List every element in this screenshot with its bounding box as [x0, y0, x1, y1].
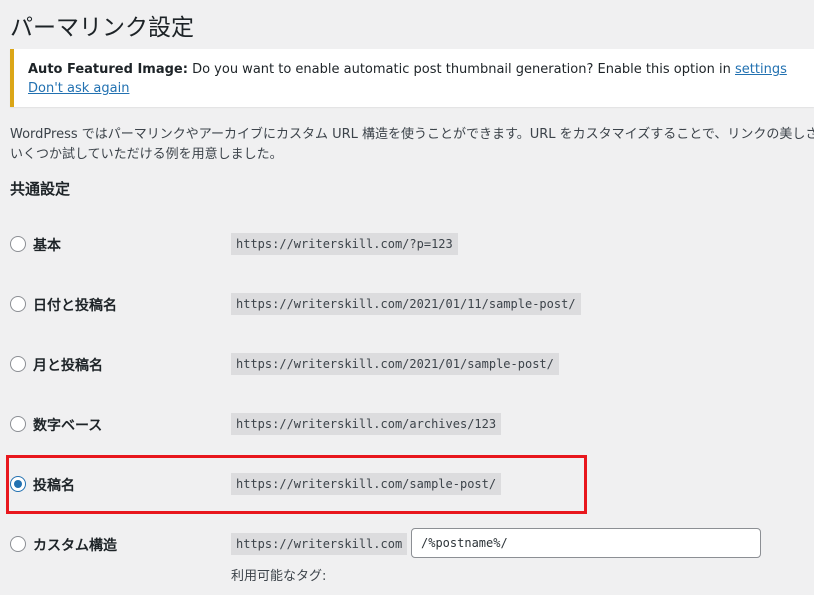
- available-tags-label: 利用可能なタグ:: [231, 569, 327, 584]
- radio-custom[interactable]: [10, 536, 26, 552]
- notice-title: Auto Featured Image:: [28, 62, 188, 77]
- radio-plain[interactable]: [10, 236, 26, 252]
- intro-text: WordPress ではパーマリンクやアーカイブにカスタム URL 構造を使うこ…: [10, 125, 814, 165]
- auto-featured-image-notice: Auto Featured Image: Do you want to enab…: [10, 49, 814, 107]
- example-url-day-name: https://writerskill.com/2021/01/11/sampl…: [231, 293, 581, 315]
- option-label-plain[interactable]: 基本: [33, 235, 61, 255]
- option-label-post-name[interactable]: 投稿名: [33, 475, 75, 495]
- option-label-day-name[interactable]: 日付と投稿名: [33, 295, 117, 315]
- example-url-plain: https://writerskill.com/?p=123: [231, 233, 458, 255]
- option-label-numeric[interactable]: 数字ベース: [33, 415, 102, 435]
- dont-ask-again-link[interactable]: Don't ask again: [28, 81, 129, 96]
- radio-post-name[interactable]: [10, 476, 26, 492]
- page-title: パーマリンク設定: [10, 15, 194, 41]
- example-url-custom-base: https://writerskill.com: [231, 533, 408, 555]
- custom-structure-input[interactable]: [411, 528, 761, 558]
- notice-message: Auto Featured Image: Do you want to enab…: [28, 62, 787, 77]
- example-url-numeric: https://writerskill.com/archives/123: [231, 413, 502, 435]
- radio-day-name[interactable]: [10, 296, 26, 312]
- intro-line-1: WordPress ではパーマリンクやアーカイブにカスタム URL 構造を使うこ…: [10, 127, 814, 142]
- option-label-custom[interactable]: カスタム構造: [33, 535, 117, 555]
- notice-text: Do you want to enable automatic post thu…: [187, 62, 735, 77]
- option-label-month-name[interactable]: 月と投稿名: [33, 355, 103, 375]
- radio-month-name[interactable]: [10, 356, 26, 372]
- intro-line-2: いくつか試していただける例を用意しました。: [10, 147, 283, 162]
- settings-link[interactable]: settings: [735, 62, 787, 77]
- example-url-month-name: https://writerskill.com/2021/01/sample-p…: [231, 353, 559, 375]
- radio-numeric[interactable]: [10, 416, 26, 432]
- common-settings-title: 共通設定: [10, 180, 71, 198]
- example-url-post-name: https://writerskill.com/sample-post/: [231, 473, 502, 495]
